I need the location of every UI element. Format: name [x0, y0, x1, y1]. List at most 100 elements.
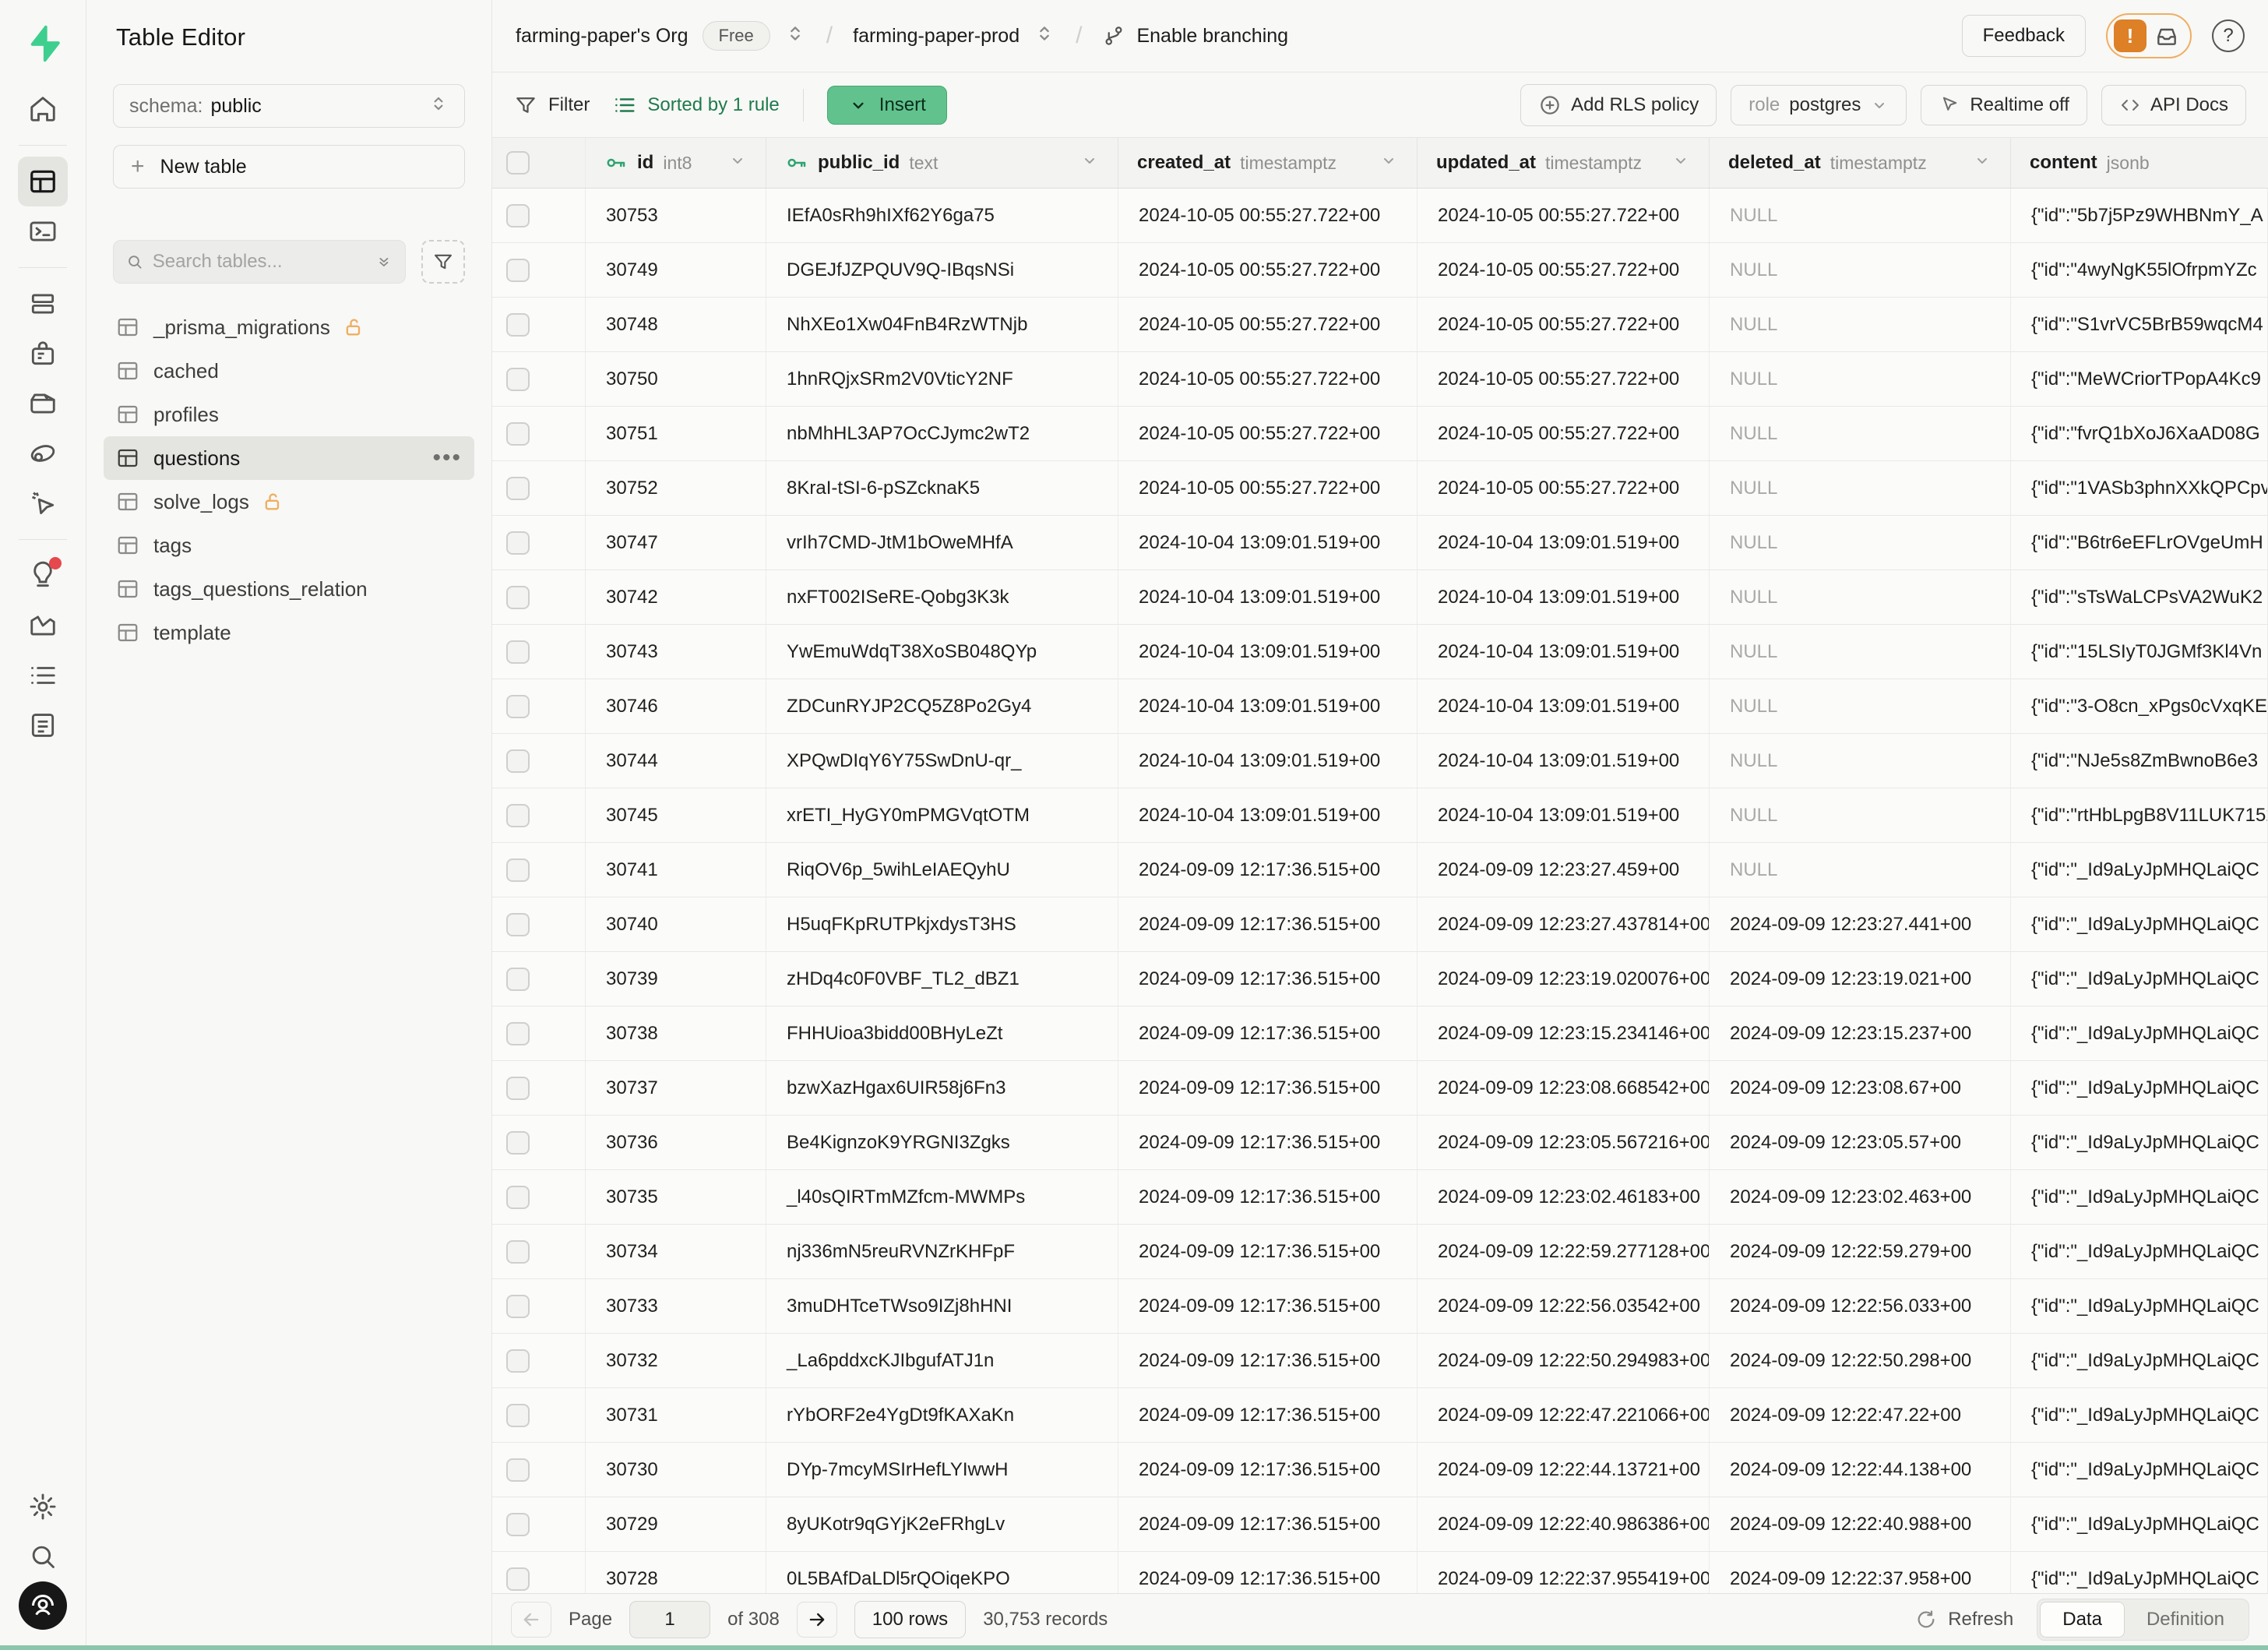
cell-created_at[interactable]: 2024-10-05 00:55:27.722+00 — [1118, 461, 1418, 515]
cell-deleted_at[interactable]: 2024-09-09 12:22:44.138+00 — [1710, 1443, 2011, 1497]
cell-id[interactable]: 30737 — [586, 1061, 766, 1115]
cell-public_id[interactable]: XPQwDIqY6Y75SwDnU-qr_ — [766, 734, 1118, 788]
chevron-down-icon[interactable] — [1080, 151, 1099, 170]
cell-updated_at[interactable]: 2024-10-04 13:09:01.519+00 — [1418, 625, 1710, 679]
nav-edge-functions-icon[interactable] — [18, 428, 68, 478]
api-docs-button[interactable]: API Docs — [2101, 85, 2246, 125]
cell-id[interactable]: 30743 — [586, 625, 766, 679]
cell-deleted_at[interactable]: 2024-09-09 12:22:59.279+00 — [1710, 1225, 2011, 1278]
cell-id[interactable]: 30741 — [586, 843, 766, 897]
rows-per-page-button[interactable]: 100 rows — [854, 1601, 966, 1638]
cell-updated_at[interactable]: 2024-09-09 12:22:37.955419+00 — [1418, 1552, 1710, 1593]
cell-created_at[interactable]: 2024-10-05 00:55:27.722+00 — [1118, 407, 1418, 460]
cell-deleted_at[interactable]: NULL — [1710, 407, 2011, 460]
row-checkbox[interactable] — [506, 422, 530, 446]
row-checkbox[interactable] — [506, 858, 530, 882]
cell-public_id[interactable]: 3muDHTceTWso9IZj8hHNI — [766, 1279, 1118, 1333]
filter-button[interactable]: Filter — [514, 93, 590, 117]
nav-reports-icon[interactable] — [18, 601, 68, 650]
row-checkbox[interactable] — [506, 313, 530, 337]
nav-realtime-icon[interactable] — [18, 478, 68, 528]
cell-public_id[interactable]: YwEmuWdqT38XoSB048QYp — [766, 625, 1118, 679]
cell-public_id[interactable]: 1hnRQjxSRm2V0VticY2NF — [766, 352, 1118, 406]
cell-public_id[interactable]: DGEJfJZPQUV9Q-IBqsNSi — [766, 243, 1118, 297]
cell-public_id[interactable]: 8yUKotr9qGYjK2eFRhgLv — [766, 1497, 1118, 1551]
role-select-button[interactable]: role postgres — [1731, 85, 1907, 125]
cell-deleted_at[interactable]: NULL — [1710, 189, 2011, 242]
cell-created_at[interactable]: 2024-10-04 13:09:01.519+00 — [1118, 679, 1418, 733]
sidebar-table-solve_logs[interactable]: solve_logs — [104, 480, 474, 524]
cell-public_id[interactable]: nbMhHL3AP7OcCJymc2wT2 — [766, 407, 1118, 460]
row-checkbox[interactable] — [506, 749, 530, 773]
cell-id[interactable]: 30738 — [586, 1007, 766, 1060]
cell-public_id[interactable]: nxFT002ISeRE-Qobg3K3k — [766, 570, 1118, 624]
sort-button[interactable]: Sorted by 1 rule — [613, 93, 779, 117]
cell-content[interactable]: {"id":"MeWCriorTPopA4Kc9 — [2011, 352, 2268, 406]
row-checkbox[interactable] — [506, 968, 530, 991]
cell-content[interactable]: {"id":"_Id9aLyJpMHQLaiQC — [2011, 1061, 2268, 1115]
cell-public_id[interactable]: RiqOV6p_5wihLeIAEQyhU — [766, 843, 1118, 897]
cell-public_id[interactable]: _La6pddxcKJIbgufATJ1n — [766, 1334, 1118, 1387]
row-checkbox[interactable] — [506, 1567, 530, 1591]
cell-created_at[interactable]: 2024-10-05 00:55:27.722+00 — [1118, 352, 1418, 406]
supabase-logo-icon[interactable] — [19, 20, 66, 67]
cell-id[interactable]: 30736 — [586, 1116, 766, 1169]
cell-id[interactable]: 30735 — [586, 1170, 766, 1224]
cell-id[interactable]: 30753 — [586, 189, 766, 242]
cell-created_at[interactable]: 2024-10-04 13:09:01.519+00 — [1118, 788, 1418, 842]
cell-content[interactable]: {"id":"4wyNgK55lOfrpmYZc — [2011, 243, 2268, 297]
cell-content[interactable]: {"id":"rtHbLpgB8V11LUK7152 — [2011, 788, 2268, 842]
nav-auth-icon[interactable] — [18, 329, 68, 379]
chevron-down-icon[interactable] — [1379, 151, 1398, 170]
cell-public_id[interactable]: vrIh7CMD-JtM1bOweMHfA — [766, 516, 1118, 569]
cell-content[interactable]: {"id":"_Id9aLyJpMHQLaiQC — [2011, 952, 2268, 1006]
cell-public_id[interactable]: 0L5BAfDaLDl5rQOiqeKPO — [766, 1552, 1118, 1593]
cell-created_at[interactable]: 2024-09-09 12:17:36.515+00 — [1118, 1552, 1418, 1593]
cell-updated_at[interactable]: 2024-10-05 00:55:27.722+00 — [1418, 243, 1710, 297]
cell-created_at[interactable]: 2024-10-04 13:09:01.519+00 — [1118, 516, 1418, 569]
cell-created_at[interactable]: 2024-09-09 12:17:36.515+00 — [1118, 843, 1418, 897]
cell-updated_at[interactable]: 2024-10-04 13:09:01.519+00 — [1418, 570, 1710, 624]
cell-updated_at[interactable]: 2024-09-09 12:22:56.03542+00 — [1418, 1279, 1710, 1333]
cell-created_at[interactable]: 2024-09-09 12:17:36.515+00 — [1118, 1443, 1418, 1497]
row-checkbox[interactable] — [506, 1349, 530, 1373]
row-checkbox[interactable] — [506, 1295, 530, 1318]
cell-content[interactable]: {"id":"_Id9aLyJpMHQLaiQC — [2011, 843, 2268, 897]
sidebar-table-template[interactable]: template — [104, 611, 474, 654]
cell-public_id[interactable]: DYp-7mcyMSIrHefLYIwwH — [766, 1443, 1118, 1497]
notifications-button[interactable]: ! — [2106, 13, 2192, 58]
cell-created_at[interactable]: 2024-09-09 12:17:36.515+00 — [1118, 1334, 1418, 1387]
row-checkbox[interactable] — [506, 531, 530, 555]
cell-id[interactable]: 30744 — [586, 734, 766, 788]
row-checkbox[interactable] — [506, 1077, 530, 1100]
cell-content[interactable]: {"id":"_Id9aLyJpMHQLaiQC — [2011, 1443, 2268, 1497]
cell-content[interactable]: {"id":"_Id9aLyJpMHQLaiQC — [2011, 897, 2268, 951]
user-avatar[interactable] — [19, 1581, 67, 1630]
new-table-button[interactable]: + New table — [113, 145, 465, 189]
cell-deleted_at[interactable]: NULL — [1710, 352, 2011, 406]
sidebar-table-questions[interactable]: questions••• — [104, 436, 474, 480]
cell-deleted_at[interactable]: NULL — [1710, 461, 2011, 515]
cell-id[interactable]: 30731 — [586, 1388, 766, 1442]
cell-updated_at[interactable]: 2024-10-05 00:55:27.722+00 — [1418, 298, 1710, 351]
cell-updated_at[interactable]: 2024-09-09 12:22:50.294983+00 — [1418, 1334, 1710, 1387]
cell-deleted_at[interactable]: 2024-09-09 12:22:37.958+00 — [1710, 1552, 2011, 1593]
cell-deleted_at[interactable]: 2024-09-09 12:22:40.988+00 — [1710, 1497, 2011, 1551]
cell-content[interactable]: {"id":"B6tr6eEFLrOVgeUmH — [2011, 516, 2268, 569]
cell-id[interactable]: 30732 — [586, 1334, 766, 1387]
cell-updated_at[interactable]: 2024-09-09 12:23:27.459+00 — [1418, 843, 1710, 897]
add-rls-policy-button[interactable]: Add RLS policy — [1520, 84, 1717, 126]
nav-logs-icon[interactable] — [18, 650, 68, 700]
cell-id[interactable]: 30748 — [586, 298, 766, 351]
column-header-deleted_at[interactable]: deleted_attimestamptz — [1710, 138, 2011, 188]
cell-deleted_at[interactable]: 2024-09-09 12:22:50.298+00 — [1710, 1334, 2011, 1387]
cell-public_id[interactable]: IEfA0sRh9hIXf62Y6ga75 — [766, 189, 1118, 242]
nav-sql-editor-icon[interactable] — [18, 206, 68, 256]
cell-content[interactable]: {"id":"_Id9aLyJpMHQLaiQC — [2011, 1497, 2268, 1551]
cell-created_at[interactable]: 2024-09-09 12:17:36.515+00 — [1118, 1225, 1418, 1278]
column-header-created_at[interactable]: created_attimestamptz — [1118, 138, 1418, 188]
page-number-input[interactable] — [629, 1601, 710, 1638]
cell-deleted_at[interactable]: 2024-09-09 12:23:15.237+00 — [1710, 1007, 2011, 1060]
cell-deleted_at[interactable]: 2024-09-09 12:22:47.22+00 — [1710, 1388, 2011, 1442]
row-checkbox[interactable] — [506, 259, 530, 282]
